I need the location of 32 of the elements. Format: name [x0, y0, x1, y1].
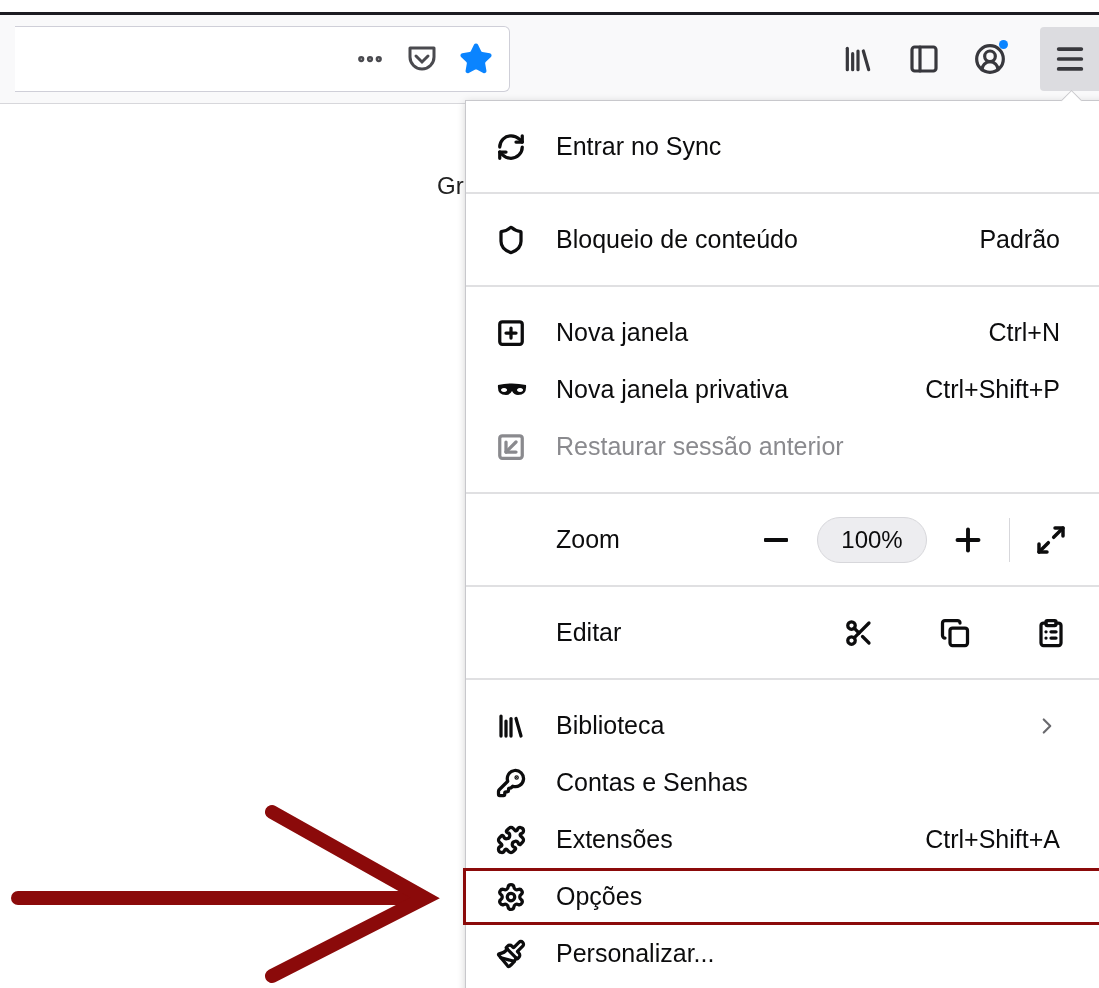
menu-item[interactable]: Nova janela Ctrl+N — [463, 304, 1099, 361]
menu-item[interactable]: Personalizar... — [463, 925, 1099, 982]
edit-label: Editar — [556, 618, 622, 647]
mask-icon — [496, 381, 528, 398]
bookmark-star-icon[interactable] — [459, 42, 493, 76]
minus-icon — [764, 537, 788, 542]
puzzle-icon — [496, 824, 526, 855]
zoom-level-button[interactable]: 100% — [817, 516, 927, 563]
restore-window-icon — [496, 431, 526, 462]
menu-item[interactable]: Biblioteca — [463, 697, 1099, 754]
shield-icon — [496, 224, 526, 255]
zoom-label: Zoom — [556, 525, 620, 554]
menu-item[interactable]: Contas e Senhas — [463, 754, 1099, 811]
menu-item[interactable]: Extensões Ctrl+Shift+A — [463, 811, 1099, 868]
settings-icon — [496, 881, 526, 912]
new-window-icon — [496, 317, 526, 348]
sync-icon — [496, 131, 526, 162]
pocket-icon[interactable] — [407, 45, 437, 73]
expand-icon — [1035, 523, 1067, 556]
sidebar-icon[interactable] — [908, 43, 940, 75]
copy-icon — [940, 617, 970, 648]
menu-item[interactable]: Opções — [463, 868, 1099, 925]
key-icon — [496, 767, 526, 798]
page-text: Gr — [437, 172, 464, 200]
address-bar[interactable] — [15, 26, 510, 92]
brush-icon — [496, 938, 526, 969]
menu-item[interactable]: Nova janela privativa Ctrl+Shift+P — [463, 361, 1099, 418]
account-icon[interactable] — [974, 43, 1006, 75]
clipboard-icon — [1036, 617, 1066, 648]
menu-button[interactable] — [1040, 27, 1099, 91]
menu-item[interactable]: Bloqueio de conteúdo Padrão — [463, 211, 1099, 268]
menu-item[interactable]: Entrar no Sync — [463, 118, 1099, 175]
